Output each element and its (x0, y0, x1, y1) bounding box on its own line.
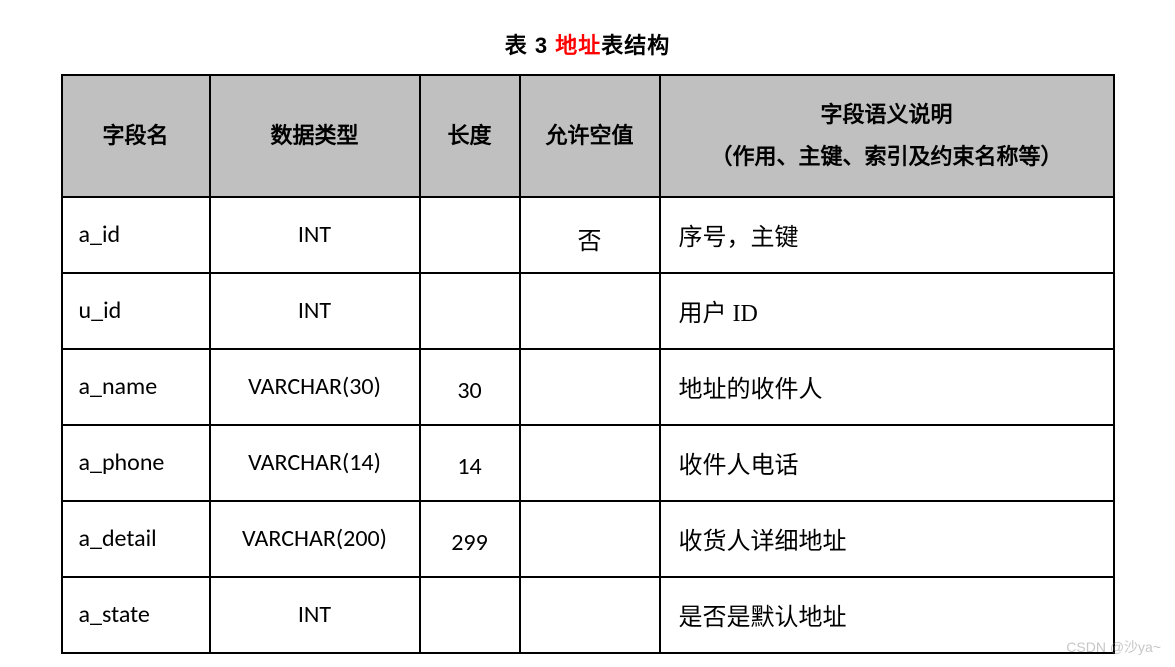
cell-desc: 是否是默认地址 (660, 577, 1114, 653)
cell-field: u_id (62, 273, 210, 349)
table-row: u_id INT 用户 ID (62, 273, 1114, 349)
cell-nullable (520, 425, 660, 501)
table-row: a_detail VARCHAR(200) 299 收货人详细地址 (62, 501, 1114, 577)
cell-length (420, 577, 520, 653)
watermark: CSDN @沙ya~ (1066, 637, 1161, 657)
cell-nullable (520, 349, 660, 425)
cell-type: VARCHAR(200) (210, 501, 420, 577)
cell-type: INT (210, 197, 420, 273)
cell-type: INT (210, 273, 420, 349)
cell-desc: 收件人电话 (660, 425, 1114, 501)
cell-type: VARCHAR(30) (210, 349, 420, 425)
header-field: 字段名 (62, 75, 210, 197)
table-header-row: 字段名 数据类型 长度 允许空值 字段语义说明 （作用、主键、索引及约束名称等） (62, 75, 1114, 197)
cell-length: 299 (420, 501, 520, 577)
header-type: 数据类型 (210, 75, 420, 197)
caption-highlight: 地址 (555, 33, 601, 58)
table-row: a_name VARCHAR(30) 30 地址的收件人 (62, 349, 1114, 425)
cell-length (420, 273, 520, 349)
cell-desc: 收货人详细地址 (660, 501, 1114, 577)
cell-desc: 序号，主键 (660, 197, 1114, 273)
caption-prefix: 表 3 (505, 33, 555, 58)
cell-nullable (520, 273, 660, 349)
cell-nullable: 否 (520, 197, 660, 273)
header-desc-line2: （作用、主键、索引及约束名称等） (665, 136, 1109, 178)
cell-nullable (520, 501, 660, 577)
cell-nullable (520, 577, 660, 653)
header-desc-line1: 字段语义说明 (665, 94, 1109, 136)
table-row: a_state INT 是否是默认地址 (62, 577, 1114, 653)
cell-desc: 地址的收件人 (660, 349, 1114, 425)
cell-type: INT (210, 577, 420, 653)
cell-length (420, 197, 520, 273)
table-row: a_phone VARCHAR(14) 14 收件人电话 (62, 425, 1114, 501)
cell-length: 30 (420, 349, 520, 425)
cell-field: a_id (62, 197, 210, 273)
cell-type: VARCHAR(14) (210, 425, 420, 501)
header-nullable: 允许空值 (520, 75, 660, 197)
schema-table: 字段名 数据类型 长度 允许空值 字段语义说明 （作用、主键、索引及约束名称等）… (61, 74, 1115, 654)
caption-suffix: 表结构 (601, 33, 670, 58)
table-caption: 表 3 地址表结构 (0, 0, 1175, 74)
cell-field: a_state (62, 577, 210, 653)
table-row: a_id INT 否 序号，主键 (62, 197, 1114, 273)
cell-field: a_name (62, 349, 210, 425)
header-desc: 字段语义说明 （作用、主键、索引及约束名称等） (660, 75, 1114, 197)
cell-length: 14 (420, 425, 520, 501)
cell-desc: 用户 ID (660, 273, 1114, 349)
cell-field: a_detail (62, 501, 210, 577)
cell-field: a_phone (62, 425, 210, 501)
header-length: 长度 (420, 75, 520, 197)
